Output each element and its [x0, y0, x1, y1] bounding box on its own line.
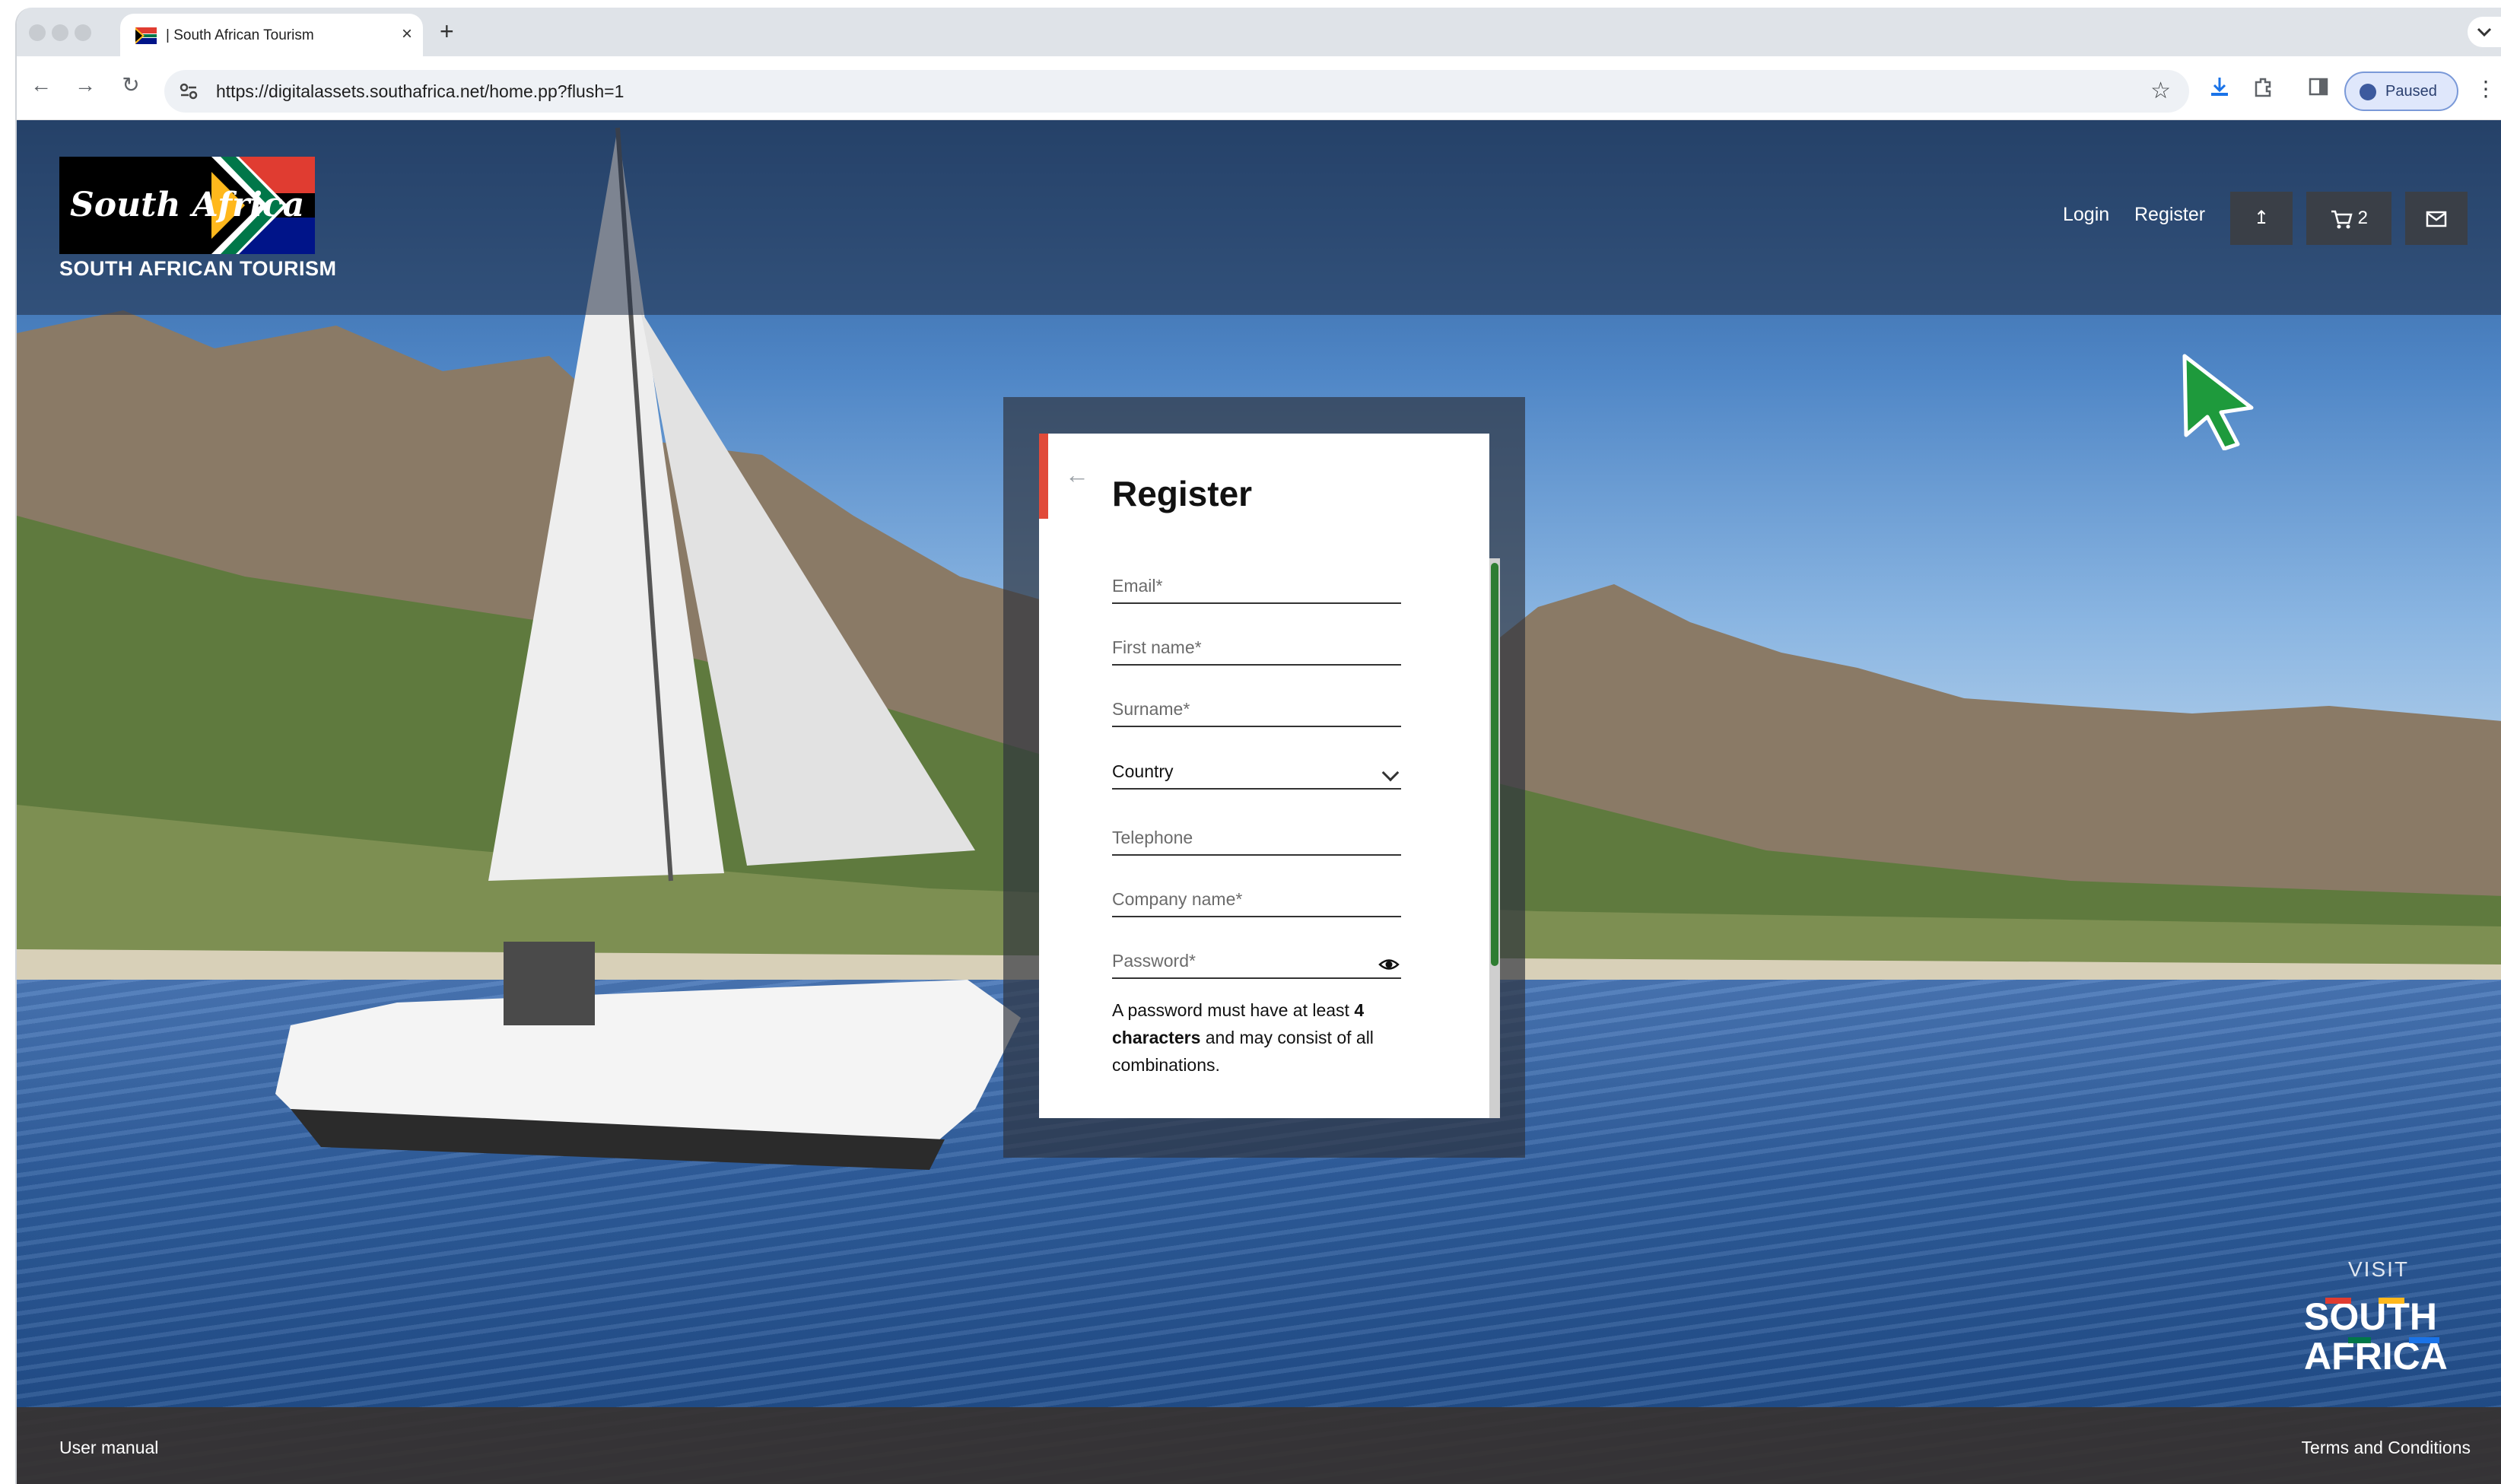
chevron-down-icon — [1381, 764, 1400, 782]
surname-field[interactable]: Surname* — [1112, 683, 1401, 727]
south-africa-flag-icon — [135, 27, 157, 44]
first-name-label: First name* — [1112, 637, 1202, 657]
visit-label: VISIT — [2348, 1257, 2410, 1281]
tab-strip: | South African Tourism × + — [17, 8, 2501, 56]
screen: | South African Tourism × + ← → ↻ https:… — [0, 0, 2501, 1484]
address-bar[interactable]: https://digitalassets.southafrica.net/ho… — [164, 70, 2189, 113]
window-minimize-dot[interactable] — [52, 24, 68, 41]
form-scrollbar-thumb[interactable] — [1491, 563, 1498, 966]
south-africa-logo[interactable]: South Africa — [59, 157, 315, 254]
site-footer: User manual Terms and Conditions — [17, 1407, 2501, 1484]
country-select[interactable]: Country — [1112, 745, 1401, 790]
new-tab-button[interactable]: + — [440, 18, 454, 44]
password-field[interactable]: Password* — [1112, 935, 1401, 979]
tab-close-icon[interactable]: × — [402, 24, 412, 44]
email-label: Email* — [1112, 576, 1163, 596]
form-title: Register — [1112, 474, 1253, 513]
brand-line-1: SOUTH — [2304, 1295, 2437, 1338]
company-name-label: Company name* — [1112, 889, 1243, 909]
extensions-puzzle-icon[interactable] — [2252, 75, 2276, 99]
forward-button[interactable]: → — [70, 70, 100, 100]
login-link[interactable]: Login — [2063, 204, 2109, 226]
tab-search-button[interactable] — [2468, 17, 2501, 47]
chevron-down-icon — [2477, 27, 2492, 37]
profile-status-label: Paused — [2385, 83, 2437, 100]
cart-button[interactable]: 2 — [2306, 192, 2391, 245]
browser-tab-active[interactable]: | South African Tourism × — [120, 14, 423, 56]
user-manual-link[interactable]: User manual — [59, 1438, 158, 1458]
upload-icon: ↥ — [2253, 208, 2270, 228]
tab-title: | South African Tourism — [166, 27, 314, 43]
browser-toolbar: ← → ↻ https://digitalassets.southafrica.… — [17, 56, 2501, 120]
country-label: Country — [1112, 761, 1174, 781]
web-page: South Africa SOUTH AFRICAN TOURISM Login… — [17, 120, 2501, 1484]
side-panel-icon[interactable] — [2306, 75, 2331, 99]
download-icon[interactable] — [2207, 75, 2232, 99]
accent-bar — [1039, 434, 1048, 519]
mouse-cursor-icon — [2182, 354, 2254, 450]
browser-window: | South African Tourism × + ← → ↻ https:… — [15, 8, 2501, 1484]
contact-button[interactable] — [2405, 192, 2468, 245]
site-settings-icon[interactable] — [178, 81, 199, 102]
surname-label: Surname* — [1112, 699, 1190, 719]
person-icon — [2360, 84, 2376, 100]
logo-caption: SOUTH AFRICAN TOURISM — [59, 257, 337, 280]
site-header — [17, 120, 2501, 315]
upload-button[interactable]: ↥ — [2230, 192, 2293, 245]
password-label: Password* — [1112, 951, 1196, 971]
first-name-field[interactable]: First name* — [1112, 621, 1401, 666]
window-close-dot[interactable] — [29, 24, 46, 41]
register-link[interactable]: Register — [2134, 204, 2205, 226]
terms-link[interactable]: Terms and Conditions — [2302, 1438, 2471, 1458]
telephone-label: Telephone — [1112, 828, 1193, 847]
mail-icon — [2426, 211, 2447, 227]
company-name-field[interactable]: Company name* — [1112, 873, 1401, 917]
reload-button[interactable]: ↻ — [116, 70, 146, 100]
bookmark-star-icon[interactable]: ☆ — [2150, 78, 2171, 104]
url-text[interactable]: https://digitalassets.southafrica.net/ho… — [216, 81, 624, 102]
visit-south-africa-logo: SOUTH AFRICA — [2304, 1295, 2448, 1375]
back-arrow-icon[interactable]: ← — [1065, 462, 1089, 487]
back-button[interactable]: ← — [26, 70, 56, 100]
password-hint-text: A password must have at least — [1112, 1000, 1355, 1020]
browser-menu-icon[interactable]: ⋮ — [2475, 78, 2496, 100]
logo-wordmark: South Africa — [70, 186, 304, 224]
cart-icon — [2331, 210, 2353, 229]
window-zoom-dot[interactable] — [75, 24, 91, 41]
register-form: ← Register Email* First name* Surname* C… — [1039, 434, 1489, 1118]
cart-count: 2 — [2357, 208, 2369, 228]
telephone-field[interactable]: Telephone — [1112, 812, 1401, 856]
profile-button[interactable]: Paused — [2344, 71, 2458, 111]
show-password-eye-icon[interactable] — [1378, 956, 1400, 973]
email-field[interactable]: Email* — [1112, 560, 1401, 604]
password-hint: A password must have at least 4 characte… — [1112, 996, 1416, 1079]
